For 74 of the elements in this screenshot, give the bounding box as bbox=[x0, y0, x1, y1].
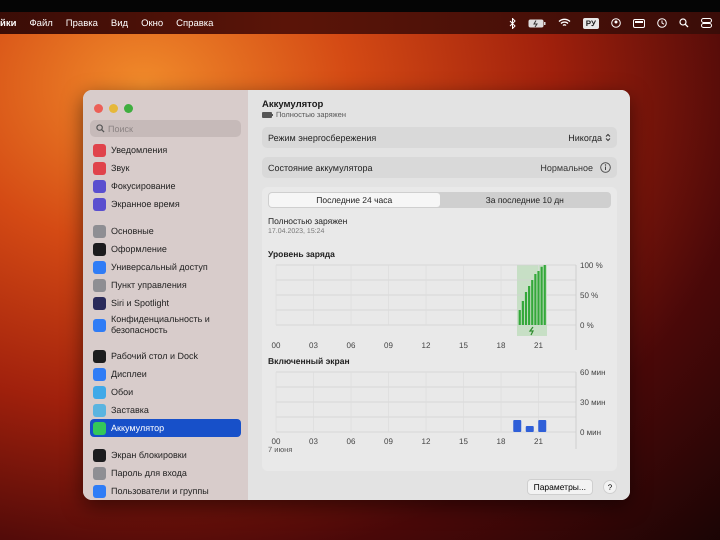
axis-label: 18 bbox=[496, 341, 506, 350]
sidebar-item[interactable]: Фокусирование bbox=[90, 177, 241, 195]
display-icon[interactable] bbox=[633, 18, 645, 28]
axis-label: 03 bbox=[309, 437, 318, 446]
search-field[interactable]: Поиск bbox=[90, 120, 241, 137]
sidebar-item[interactable]: Экранное время bbox=[90, 195, 241, 213]
sidebar-item[interactable]: Пункт управления bbox=[90, 276, 241, 294]
axis-label: 15 bbox=[459, 341, 468, 350]
screen-time-bar bbox=[526, 426, 534, 432]
menu-item[interactable]: Правка bbox=[66, 18, 98, 28]
battery-icon[interactable] bbox=[528, 18, 546, 28]
sidebar-item[interactable]: Звук bbox=[90, 159, 241, 177]
page-title: Аккумулятор bbox=[262, 99, 324, 110]
sidebar-item[interactable]: Siri и Spotlight bbox=[90, 294, 241, 312]
axis-label: 50 % bbox=[580, 291, 598, 300]
menu-item[interactable]: йки bbox=[0, 18, 16, 28]
sidebar-item[interactable]: Пароль для входа bbox=[90, 464, 241, 482]
row-value: Нормальное bbox=[540, 162, 593, 172]
chart-title: Уровень заряда bbox=[268, 249, 336, 260]
bluetooth-icon[interactable] bbox=[508, 18, 516, 28]
axis-label: 12 bbox=[422, 341, 430, 350]
clock-icon[interactable] bbox=[657, 18, 667, 28]
axis-label: 09 bbox=[384, 437, 393, 446]
chart-title: Включенный экран bbox=[268, 356, 351, 367]
sidebar-item[interactable]: Универсальный доступ bbox=[90, 258, 241, 276]
row-label: Состояние аккумулятора bbox=[268, 162, 373, 172]
axis-label: 60 мин bbox=[580, 368, 606, 377]
axis-label: 0 мин bbox=[580, 428, 602, 437]
sidebar-item[interactable]: Дисплеи bbox=[90, 365, 241, 383]
axis-label: 21 bbox=[534, 341, 543, 350]
sidebar-item[interactable]: Уведомления bbox=[90, 141, 241, 159]
tab[interactable]: За последние 10 дн bbox=[440, 193, 610, 207]
sidebar-item[interactable]: Экран блокировки bbox=[90, 446, 241, 464]
sidebar-item[interactable]: Заставка bbox=[90, 401, 241, 419]
menu-item[interactable]: Файл bbox=[29, 18, 53, 28]
sidebar-item[interactable]: Аккумулятор bbox=[90, 419, 241, 437]
menu-item[interactable]: Окно bbox=[141, 18, 164, 28]
sidebar-item[interactable]: Рабочий стол и Dock bbox=[90, 347, 241, 365]
help-button[interactable]: ? bbox=[603, 480, 617, 494]
axis-label: 06 bbox=[346, 437, 356, 446]
axis-label: 00 bbox=[272, 341, 280, 350]
axis-label: 06 bbox=[346, 341, 356, 350]
sidebar-item[interactable]: Основные bbox=[90, 222, 241, 240]
charge-status: Полностью заряжен bbox=[268, 216, 348, 226]
info-icon[interactable] bbox=[600, 162, 611, 173]
menu-item[interactable]: Вид bbox=[110, 18, 128, 28]
user-icon[interactable] bbox=[611, 18, 621, 28]
sidebar-item[interactable]: Пользователи и группы bbox=[90, 482, 241, 500]
axis-label: 15 bbox=[459, 437, 468, 446]
search-icon[interactable] bbox=[679, 18, 689, 28]
control-center-icon[interactable] bbox=[701, 18, 712, 28]
axis-label: 21 bbox=[534, 437, 543, 446]
options-button[interactable]: Параметры... bbox=[526, 479, 593, 495]
sidebar-item[interactable]: Оформление bbox=[90, 240, 241, 258]
axis-label: 09 bbox=[384, 341, 393, 350]
input-source-indicator[interactable]: РУ bbox=[582, 18, 599, 28]
battery-icon bbox=[262, 112, 273, 118]
axis-label: 0 % bbox=[580, 321, 594, 330]
sidebar-item[interactable]: Конфиденциальность и безопасность bbox=[90, 312, 241, 338]
row-label: Режим энергосбережения bbox=[268, 132, 376, 142]
screen-time-bar bbox=[513, 420, 522, 432]
search-icon bbox=[96, 124, 105, 133]
updown-chevron-icon bbox=[605, 133, 611, 142]
popup-button[interactable]: Никогда bbox=[568, 132, 611, 142]
menu-item[interactable]: Справка bbox=[176, 18, 214, 28]
sidebar-item[interactable]: Обои bbox=[90, 383, 241, 401]
axis-label: 30 мин bbox=[580, 398, 606, 407]
tab[interactable]: Последние 24 часа bbox=[269, 193, 440, 207]
axis-label: 12 bbox=[422, 437, 430, 446]
wifi-icon[interactable] bbox=[558, 18, 571, 28]
axis-label: 18 bbox=[496, 437, 506, 446]
axis-label: 03 bbox=[309, 341, 318, 350]
axis-label: 100 % bbox=[580, 261, 603, 270]
axis-label: 00 bbox=[272, 437, 280, 446]
